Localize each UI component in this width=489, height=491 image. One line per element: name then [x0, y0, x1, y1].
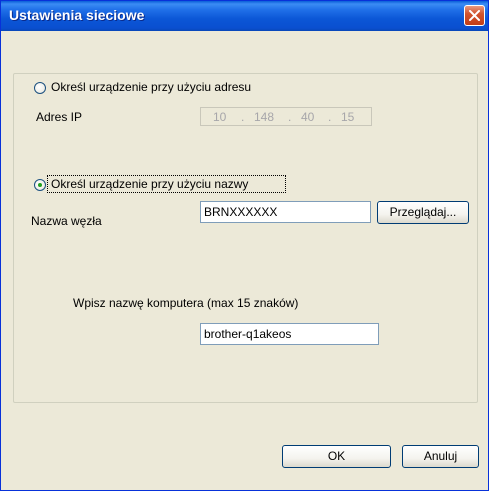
cancel-button[interactable]: Anuluj [402, 445, 479, 468]
computer-name-label: Wpisz nazwę komputera (max 15 znaków) [73, 296, 299, 310]
ok-button-label: OK [327, 449, 346, 463]
node-name-label: Nazwa węzła [31, 214, 102, 228]
ip-address-field[interactable]: 10 . 148 . 40 . 15 [200, 107, 372, 126]
address-radio-label[interactable]: Określ urządzenie przy użyciu adresu [51, 80, 251, 94]
browse-button-label: Przeglądaj... [389, 205, 457, 219]
ip-octet-3: 40 [301, 110, 315, 124]
address-radio[interactable] [34, 82, 46, 94]
ip-label: Adres IP [36, 110, 83, 124]
network-settings-dialog: Ustawienia sieciowe Określ urządzenie pr… [0, 0, 489, 491]
name-radio[interactable] [34, 179, 46, 191]
ip-octet-4: 15 [341, 110, 355, 124]
ip-dot-3: . [328, 110, 332, 124]
name-radio-label[interactable]: Określ urządzenie przy użyciu nazwy [51, 177, 248, 191]
title-bar[interactable]: Ustawienia sieciowe [1, 1, 488, 31]
ip-octet-2: 148 [254, 110, 275, 124]
ip-dot-2: . [288, 110, 292, 124]
close-button[interactable] [464, 5, 485, 26]
window-title: Ustawienia sieciowe [9, 7, 145, 23]
ip-dot-1: . [241, 110, 245, 124]
node-name-input[interactable]: BRNXXXXXX [200, 201, 371, 223]
close-icon [469, 10, 480, 21]
cancel-button-label: Anuluj [423, 449, 458, 463]
browse-button[interactable]: Przeglądaj... [377, 201, 469, 224]
radio-selected-dot [38, 183, 42, 187]
computer-name-input[interactable]: brother-q1akeos [200, 323, 379, 345]
ip-octet-1: 10 [213, 110, 227, 124]
ok-button[interactable]: OK [282, 445, 391, 468]
